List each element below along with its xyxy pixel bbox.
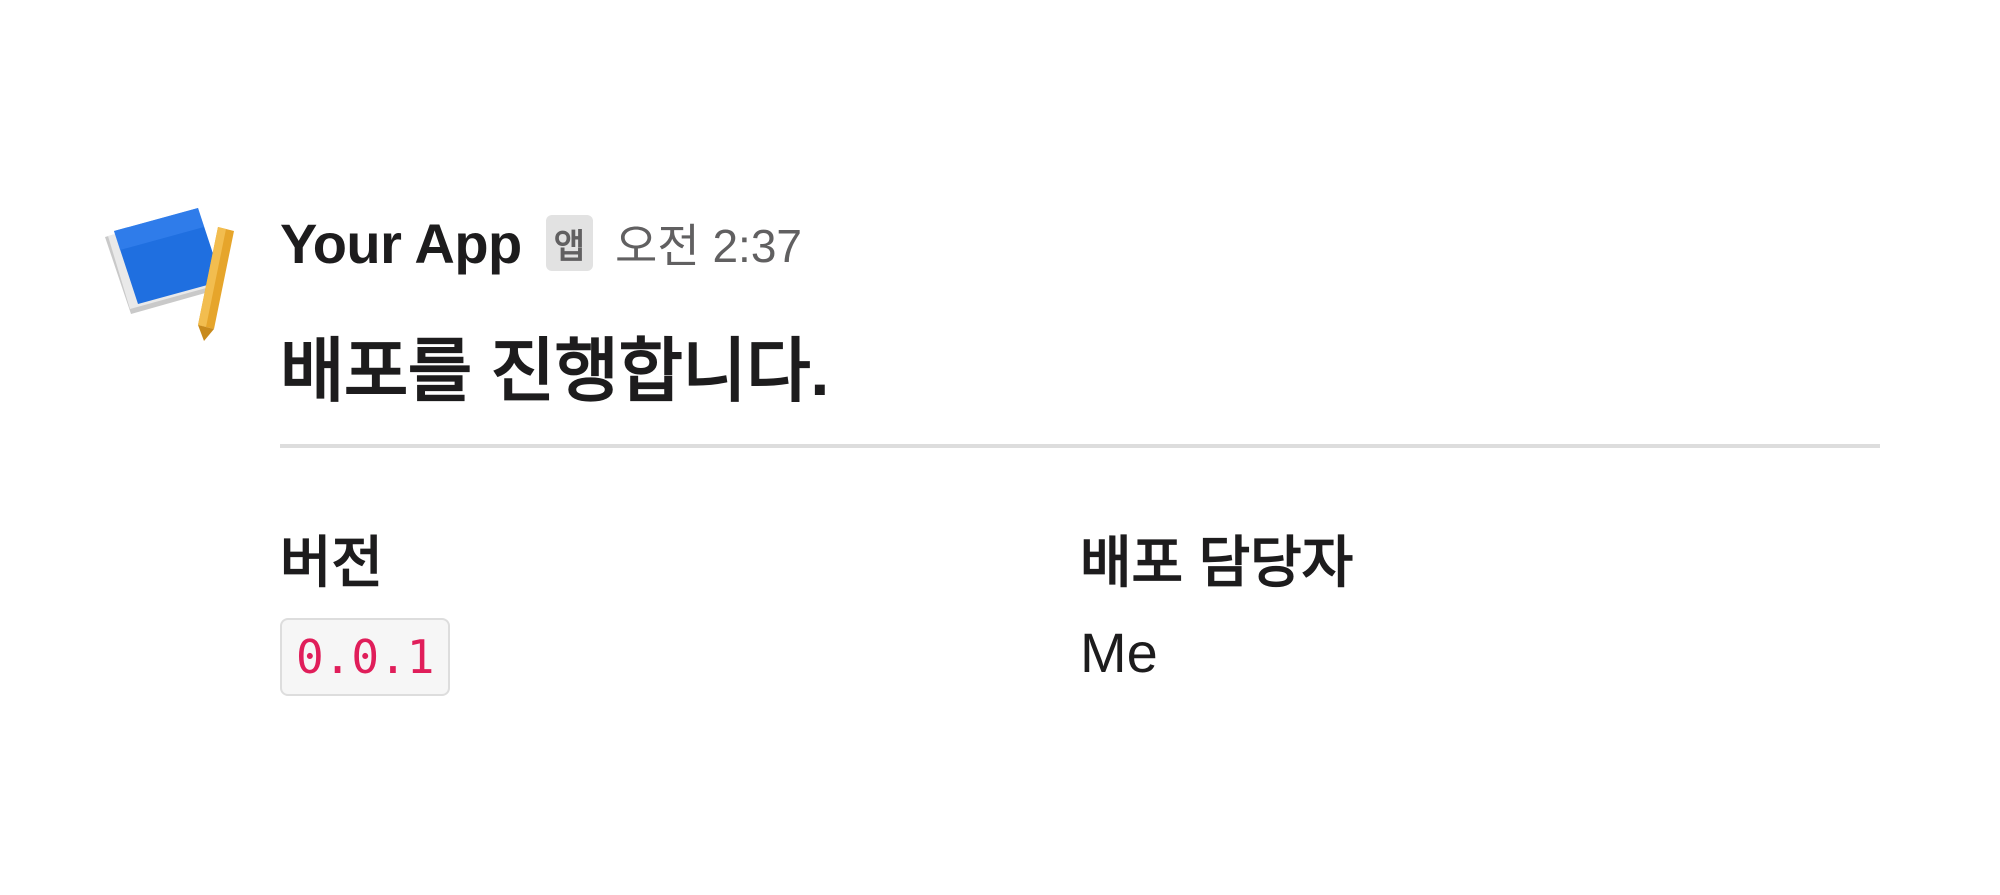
field-label: 버전 [280, 531, 384, 594]
message-header: Your App 앱 오전 2:37 [280, 210, 802, 276]
field-deployer: 배포 담당자 Me [1080, 528, 1353, 688]
field-version: 버전 0.0.1 [280, 528, 451, 696]
blueprint-book-icon[interactable] [100, 205, 240, 345]
field-label: 배포 담당자 [1080, 531, 1354, 594]
message-title: 배포를 진행합니다. [280, 332, 830, 410]
timestamp[interactable]: 오전 2:37 [615, 210, 802, 276]
sender-name[interactable]: Your App [280, 211, 522, 276]
chat-message: Your App 앱 오전 2:37 배포를 진행합니다. 버전 0.0.1 배… [0, 0, 2000, 895]
divider [280, 444, 1880, 448]
field-value: Me [1080, 621, 1158, 684]
version-code: 0.0.1 [280, 618, 451, 696]
app-badge: 앱 [545, 215, 594, 271]
